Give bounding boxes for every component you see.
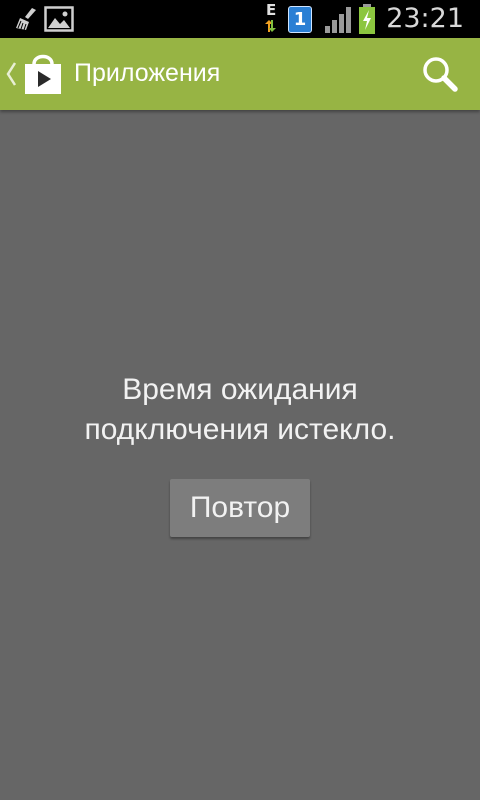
status-bar: E 1 23:21 (0, 0, 480, 38)
screen: E 1 23:21 Приложения Время ожидания подк… (0, 0, 480, 800)
search-icon[interactable] (420, 54, 460, 94)
message-line-2: подключения истекло. (84, 413, 396, 446)
status-bar-right: E 1 23:21 (260, 0, 480, 38)
gallery-icon (44, 6, 74, 32)
status-bar-clock: 23:21 (386, 3, 464, 34)
broom-icon (16, 8, 36, 31)
play-store-icon[interactable] (22, 52, 64, 96)
signal-icon (325, 7, 351, 33)
message-line-1: Время ожидания (122, 373, 358, 406)
sim-slot-label: 1 (293, 9, 307, 30)
sim-icon: 1 (288, 6, 312, 33)
retry-button[interactable]: Повтор (170, 479, 310, 537)
up-caret-icon[interactable] (4, 61, 18, 87)
battery-charging-icon (359, 4, 375, 34)
action-bar-title: Приложения (74, 59, 221, 87)
network-type-label: E (266, 1, 277, 19)
connection-timeout-message: Время ожидания подключения истекло. (0, 370, 480, 450)
data-transfer-icon (265, 20, 276, 32)
action-bar: Приложения (0, 38, 480, 110)
